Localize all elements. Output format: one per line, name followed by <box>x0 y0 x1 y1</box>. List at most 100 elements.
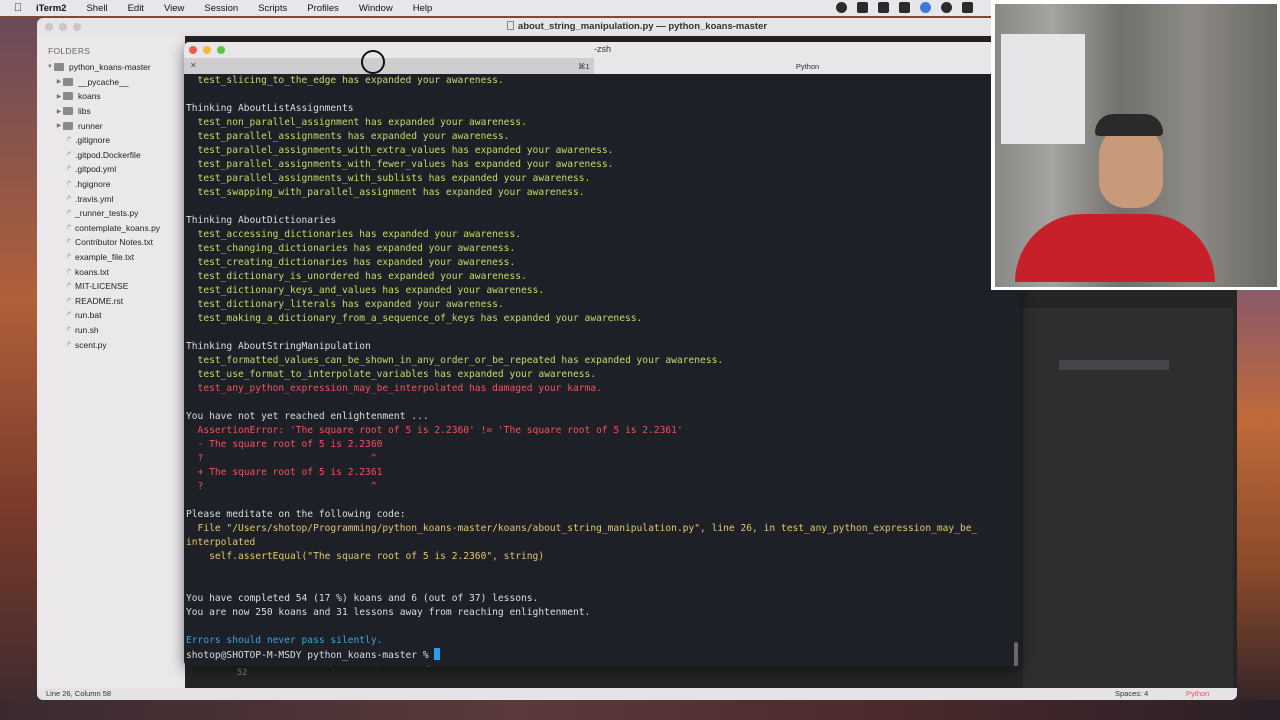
tree-file[interactable]: /* example_file.txt <box>37 250 185 265</box>
tree-file[interactable]: /* Contributor Notes.txt <box>37 235 185 250</box>
terminal-line: Please meditate on the following code: <box>186 509 406 520</box>
tree-folder[interactable]: ▶ __pycache__ <box>37 75 185 90</box>
tree-file[interactable]: /* scent.py <box>37 337 185 352</box>
menu-window[interactable]: Window <box>359 3 393 14</box>
terminal-output[interactable]: test_slicing_to_the_edge has expanded yo… <box>184 74 1021 666</box>
record-icon[interactable] <box>836 2 847 13</box>
menu-session[interactable]: Session <box>204 3 238 14</box>
terminal-line: test_changing_dictionaries has expanded … <box>186 243 516 254</box>
tree-folder[interactable]: ▶ koans <box>37 89 185 104</box>
file-icon: /* <box>66 239 71 246</box>
file-tree: ▼ python_koans-master ▶ __pycache__ ▶ koans ▶ l… <box>37 60 185 352</box>
tree-file[interactable]: /* .gitpod.yml <box>37 162 185 177</box>
tree-item-label: python_koans-master <box>69 62 151 73</box>
tree-file[interactable]: /* .gitpod.Dockerfile <box>37 148 185 163</box>
tree-root-folder[interactable]: ▼ python_koans-master <box>37 60 185 75</box>
indentation-setting[interactable]: Spaces: 4 <box>1115 689 1148 698</box>
file-icon: /* <box>66 254 71 261</box>
terminal-line: You are now 250 koans and 31 lessons awa… <box>186 607 591 618</box>
menu-profiles[interactable]: Profiles <box>307 3 339 14</box>
share-icon[interactable] <box>899 2 910 13</box>
sync-icon[interactable] <box>920 2 931 13</box>
terminal-line: test_parallel_assignments_with_fewer_val… <box>186 159 614 170</box>
menu-scripts[interactable]: Scripts <box>258 3 287 14</box>
tree-item-label: .hgignore <box>75 179 111 190</box>
syntax-setting[interactable]: Python <box>1186 689 1209 698</box>
tree-file[interactable]: /* run.sh <box>37 323 185 338</box>
tree-file[interactable]: /* README.rst <box>37 294 185 309</box>
background-window <box>1001 34 1085 144</box>
file-icon: /* <box>66 326 71 333</box>
disclosure-closed-icon[interactable]: ▶ <box>55 93 63 100</box>
terminal-line: test_accessing_dictionaries has expanded… <box>186 229 522 240</box>
tree-file[interactable]: /* _runner_tests.py <box>37 206 185 221</box>
cloud-icon[interactable] <box>941 2 952 13</box>
menu-help[interactable]: Help <box>413 3 433 14</box>
disclosure-closed-icon[interactable]: ▶ <box>55 108 63 115</box>
folder-icon <box>63 121 73 130</box>
tree-file[interactable]: /* .travis.yml <box>37 191 185 206</box>
tree-item-label: contemplate_koans.py <box>75 222 161 233</box>
terminal-line: ? ^ <box>186 481 377 492</box>
tree-item-label: runner <box>78 120 103 131</box>
tree-file[interactable]: /* contemplate_koans.py <box>37 221 185 236</box>
terminal-scrollbar[interactable] <box>1014 642 1018 666</box>
shell-prompt[interactable]: shotop@SHOTOP-M-MSDY python_koans-master… <box>186 648 1021 662</box>
tree-file[interactable]: /* run.bat <box>37 308 185 323</box>
presenter-shirt <box>1015 214 1215 282</box>
tree-file[interactable]: /* koans.txt <box>37 264 185 279</box>
tree-file[interactable]: /* .gitignore <box>37 133 185 148</box>
disclosure-open-icon[interactable]: ▼ <box>46 64 54 70</box>
tree-file[interactable]: /* MIT-LICENSE <box>37 279 185 294</box>
tree-item-label: scent.py <box>75 339 107 350</box>
menu-view[interactable]: View <box>164 3 184 14</box>
terminal-title: -zsh <box>593 44 611 54</box>
terminal-line: test_creating_dictionaries has expanded … <box>186 257 516 268</box>
tab-python-label: Python <box>795 62 820 71</box>
tree-item-label: _runner_tests.py <box>75 208 139 219</box>
file-icon: /* <box>66 195 71 202</box>
tree-item-label: run.sh <box>75 324 99 335</box>
menu-app[interactable]: iTerm2 <box>36 3 66 14</box>
terminal-line: interpolated <box>186 537 256 548</box>
cursor-position: Line 26, Column 58 <box>46 689 112 698</box>
editor-code-area[interactable] <box>1023 308 1233 688</box>
terminal-line: test_swapping_with_parallel_assignment h… <box>186 187 585 198</box>
menu-shell[interactable]: Shell <box>86 3 107 14</box>
terminal-window: -zsh ✕ ⌘1 Python test_slicing_to_the_edg… <box>184 42 1021 666</box>
sidebar-heading: FOLDERS <box>48 46 91 56</box>
tree-folder[interactable]: ▶ runner <box>37 118 185 133</box>
terminal-line: test_parallel_assignments_with_sublists … <box>186 173 591 184</box>
tree-item-label: .gitpod.yml <box>75 164 117 175</box>
flag-icon[interactable] <box>878 2 889 13</box>
tree-item-label: MIT-LICENSE <box>75 281 129 292</box>
file-icon: /* <box>66 297 71 304</box>
tree-item-label: example_file.txt <box>75 252 135 263</box>
desktop-wallpaper-left <box>0 18 40 720</box>
terminal-line: - The square root of 5 is 2.2360 <box>186 439 383 450</box>
folder-icon <box>63 107 73 116</box>
contacts-icon[interactable] <box>962 2 973 13</box>
tree-folder[interactable]: ▶ libs <box>37 104 185 119</box>
terminal-line: test_formatted_values_can_be_shown_in_an… <box>186 355 724 366</box>
terminal-line: test_parallel_assignments_with_extra_val… <box>186 145 614 156</box>
terminal-line: You have completed 54 (17 %) koans and 6… <box>186 593 539 604</box>
document-icon <box>506 21 514 30</box>
tree-file[interactable]: /* .hgignore <box>37 177 185 192</box>
terminal-line: test_making_a_dictionary_from_a_sequence… <box>186 313 643 324</box>
terminal-line: Thinking AboutStringManipulation <box>186 341 371 352</box>
status-icons <box>836 2 973 13</box>
tree-item-label: Contributor Notes.txt <box>75 237 153 248</box>
terminal-tab-bar: ✕ ⌘1 Python <box>184 58 1021 74</box>
disclosure-closed-icon[interactable]: ▶ <box>55 78 63 85</box>
menu-edit[interactable]: Edit <box>128 3 144 14</box>
close-tab-icon[interactable]: ✕ <box>190 61 197 70</box>
capture-icon[interactable] <box>857 2 868 13</box>
apple-menu-icon[interactable]:  <box>0 2 36 14</box>
disclosure-closed-icon[interactable]: ▶ <box>55 122 63 129</box>
tree-item-label: libs <box>78 106 91 117</box>
tab-python[interactable]: Python <box>594 58 1021 74</box>
tab-zsh[interactable]: ✕ ⌘1 <box>184 58 594 74</box>
